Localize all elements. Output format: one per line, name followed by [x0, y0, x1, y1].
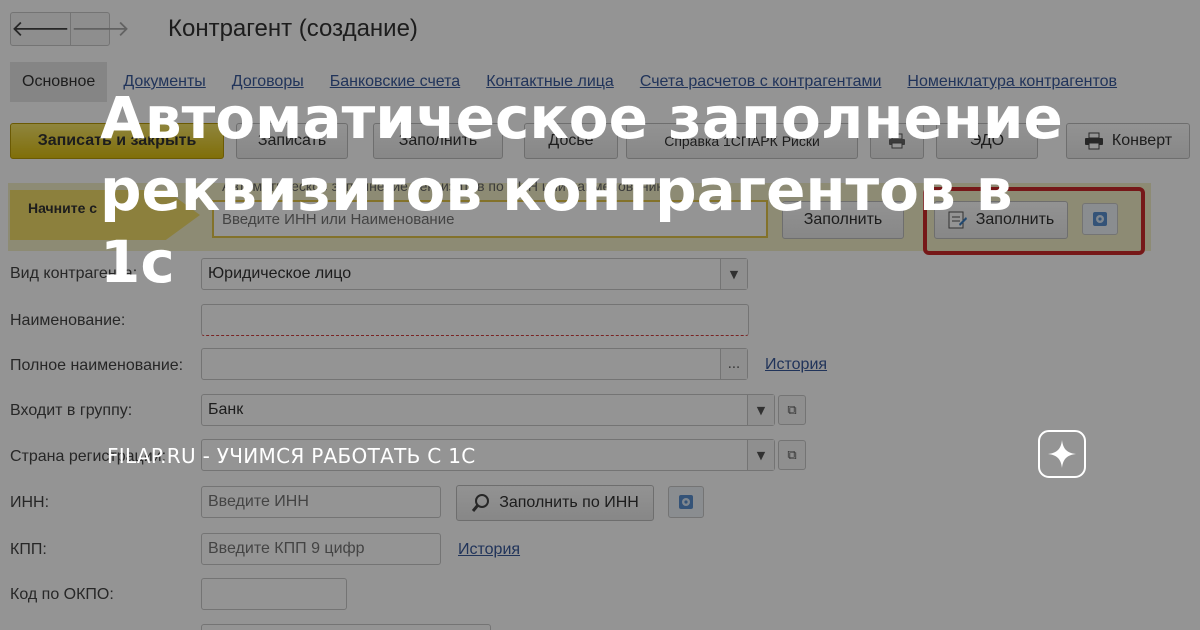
headline: Автоматическое заполнение реквизитов кон…: [100, 84, 1063, 296]
page-stage: 🡐 🡒 Контрагент (создание) Основное Докум…: [0, 0, 1200, 630]
sparkle-logo-icon: [1038, 430, 1086, 478]
site-caption: FILAP.RU - УЧИМСЯ РАБОТАТЬ С 1С: [107, 444, 476, 468]
